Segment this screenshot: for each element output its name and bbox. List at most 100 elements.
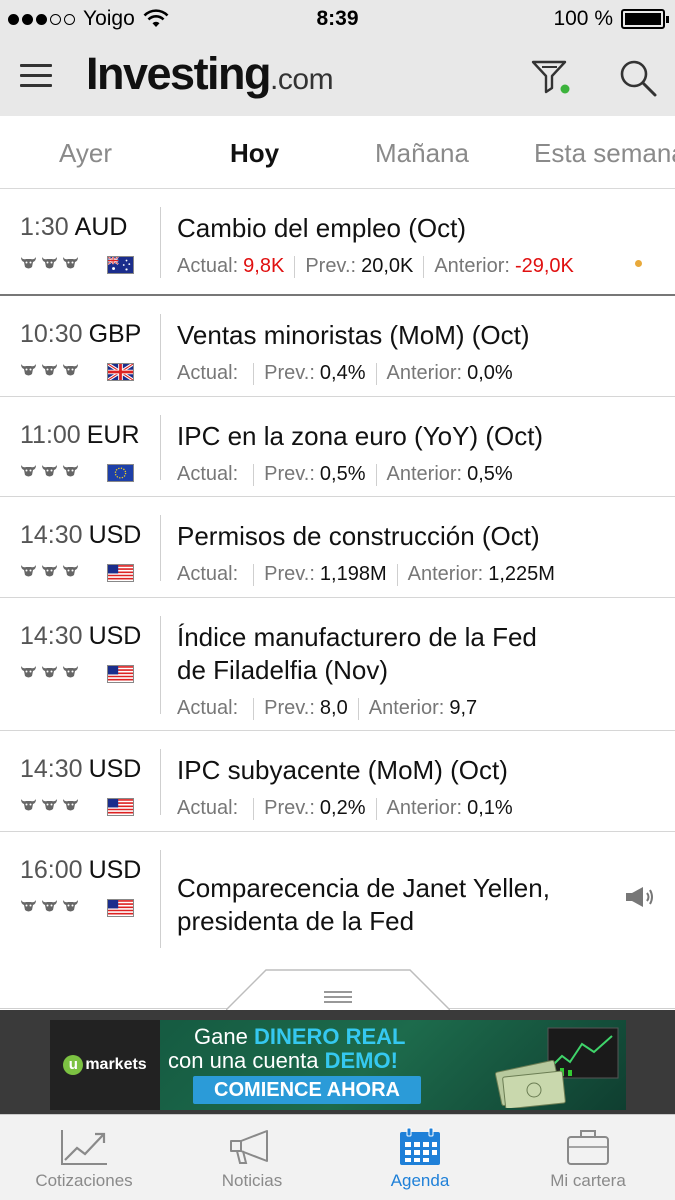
date-tabs: Ayer Hoy Mañana Esta semana (0, 116, 675, 189)
ad-subline: con una cuenta DEMO! (168, 1048, 398, 1073)
event-time: 14:30 USD (20, 755, 142, 783)
event-currency: USD (88, 755, 142, 783)
event-row[interactable]: 16:00 USD Comparecencia de Janet Yellen, … (0, 832, 675, 965)
importance-bulls-icon (20, 255, 79, 270)
event-divider (160, 749, 161, 815)
tab-esta-semana[interactable]: Esta semana (534, 138, 675, 169)
nav-agenda[interactable]: Agenda (336, 1115, 504, 1200)
battery-icon (621, 9, 669, 29)
flag-us-icon (107, 564, 134, 582)
event-title-line: Comparecencia de Janet Yellen, (177, 873, 550, 903)
flag-us-icon (107, 899, 134, 917)
event-divider (160, 515, 161, 581)
importance-bulls-icon (20, 664, 79, 679)
event-title: Cambio del empleo (Oct) (177, 213, 466, 243)
importance-bulls-icon (20, 362, 79, 377)
event-divider (160, 415, 161, 480)
tab-hoy[interactable]: Hoy (230, 138, 279, 169)
event-values: Actual: 9,8K Prev.: 20,0K Anterior: -29,0K (177, 255, 574, 278)
event-title: IPC en la zona euro (YoY) (Oct) (177, 421, 544, 451)
nav-label: Noticias (221, 1171, 283, 1190)
event-time: 14:30 USD (20, 622, 142, 650)
logo-suffix: .com (270, 63, 334, 96)
nav-noticias[interactable]: Noticias (168, 1115, 336, 1200)
event-row[interactable]: 14:30 USD Permisos de construcción (Oct) … (0, 497, 675, 598)
nav-label: Agenda (390, 1171, 450, 1190)
prev-value: 0,4% (319, 362, 366, 384)
ad-trading-illustration-icon (494, 1027, 619, 1108)
calendar-icon (400, 1127, 440, 1165)
tab-manana[interactable]: Mañana (375, 138, 469, 169)
app-header: Investing .com (0, 38, 675, 116)
event-row[interactable]: 14:30 USD Índice manufacturero de la Fed … (0, 598, 675, 731)
event-time: 14:30 USD (20, 521, 142, 549)
event-values: Actual: Prev.: 0,5% Anterior: 0,5% (177, 463, 513, 486)
umarkets-logo-text: markets (85, 1056, 147, 1073)
nav-cotizaciones[interactable]: Cotizaciones (0, 1115, 168, 1200)
ad-headline: Gane DINERO REAL (194, 1024, 406, 1049)
anterior-value: 0,5% (467, 463, 513, 485)
search-icon[interactable] (618, 58, 658, 98)
megaphone-icon (230, 1130, 268, 1164)
event-row[interactable]: 10:30 GBP Ventas minoristas (MoM) (Oct) A… (0, 296, 675, 397)
battery-status: 100 % (553, 7, 669, 31)
speaker-icon (626, 887, 653, 907)
event-title: Permisos de construcción (Oct) (177, 521, 540, 551)
event-currency: GBP (88, 320, 142, 348)
tab-ayer[interactable]: Ayer (59, 138, 112, 169)
event-currency: EUR (86, 421, 140, 449)
flag-eu-icon (107, 464, 134, 482)
prev-value: 1,198M (319, 563, 387, 585)
importance-bulls-icon (20, 563, 79, 578)
prev-value: 8,0 (319, 697, 348, 719)
event-divider (160, 207, 161, 278)
event-divider (160, 850, 161, 948)
investing-logo: Investing .com (86, 48, 334, 104)
nav-mi-cartera[interactable]: Mi cartera (504, 1115, 672, 1200)
event-title: Comparecencia de Janet Yellen, president… (177, 872, 645, 938)
filter-icon[interactable] (530, 58, 570, 96)
event-row[interactable]: 1:30 AUD Cambio del empleo (Oct) Actual: 9… (0, 189, 675, 296)
briefcase-icon (567, 1130, 609, 1165)
event-title-line: presidenta de la Fed (177, 906, 415, 936)
event-values: Actual: Prev.: 1,198M Anterior: 1,225M (177, 563, 555, 586)
logo-main: Investing (86, 48, 272, 99)
status-bar: Yoigo 8:39 100 % (0, 0, 675, 38)
event-title: Índice manufacturero de la Fed de Filade… (177, 621, 645, 687)
ad-cta-button[interactable]: COMIENCE AHORA (193, 1076, 421, 1104)
event-currency: USD (88, 856, 142, 884)
anterior-value: 0,1% (467, 797, 513, 819)
event-time: 16:00 USD (20, 856, 142, 884)
revision-dot-icon (635, 260, 642, 267)
anterior-value: 0,0% (467, 362, 513, 384)
battery-percent: 100 % (553, 7, 613, 30)
ad-banner[interactable]: u markets Gane DINERO REAL con una cuent… (50, 1020, 626, 1110)
event-currency: USD (88, 521, 142, 549)
prev-value: 20,0K (361, 255, 414, 277)
drawer-handle[interactable] (0, 963, 675, 1010)
nav-label: Mi cartera (550, 1171, 626, 1190)
event-title: Ventas minoristas (MoM) (Oct) (177, 320, 530, 350)
event-currency: USD (88, 622, 142, 650)
event-divider (160, 314, 161, 380)
event-title: IPC subyacente (MoM) (Oct) (177, 755, 508, 785)
umarkets-logo-mark: u (63, 1055, 84, 1075)
event-currency: AUD (74, 213, 128, 241)
prev-value: 0,5% (319, 463, 366, 485)
anterior-value: 1,225M (488, 563, 555, 585)
event-time: 10:30 GBP (20, 320, 142, 348)
chart-icon (61, 1130, 107, 1165)
event-list: 1:30 AUD Cambio del empleo (Oct) Actual: 9… (0, 189, 675, 965)
flag-us-icon (107, 798, 134, 816)
flag-uk-icon (107, 363, 134, 381)
drawer-handle-icon[interactable] (226, 969, 450, 1010)
importance-bulls-icon (20, 898, 79, 913)
hamburger-menu-icon[interactable] (20, 64, 52, 88)
anterior-value: -29,0K (514, 255, 574, 277)
event-title-line: Índice manufacturero de la Fed (177, 622, 537, 652)
event-time: 11:00 EUR (20, 421, 140, 449)
event-values: Actual: Prev.: 0,2% Anterior: 0,1% (177, 797, 513, 820)
umarkets-logo: u markets (50, 1020, 160, 1110)
event-row[interactable]: 14:30 USD IPC subyacente (MoM) (Oct) Actu… (0, 731, 675, 832)
event-row[interactable]: 11:00 EUR IPC en la zona euro (YoY) (Oct)… (0, 397, 675, 497)
